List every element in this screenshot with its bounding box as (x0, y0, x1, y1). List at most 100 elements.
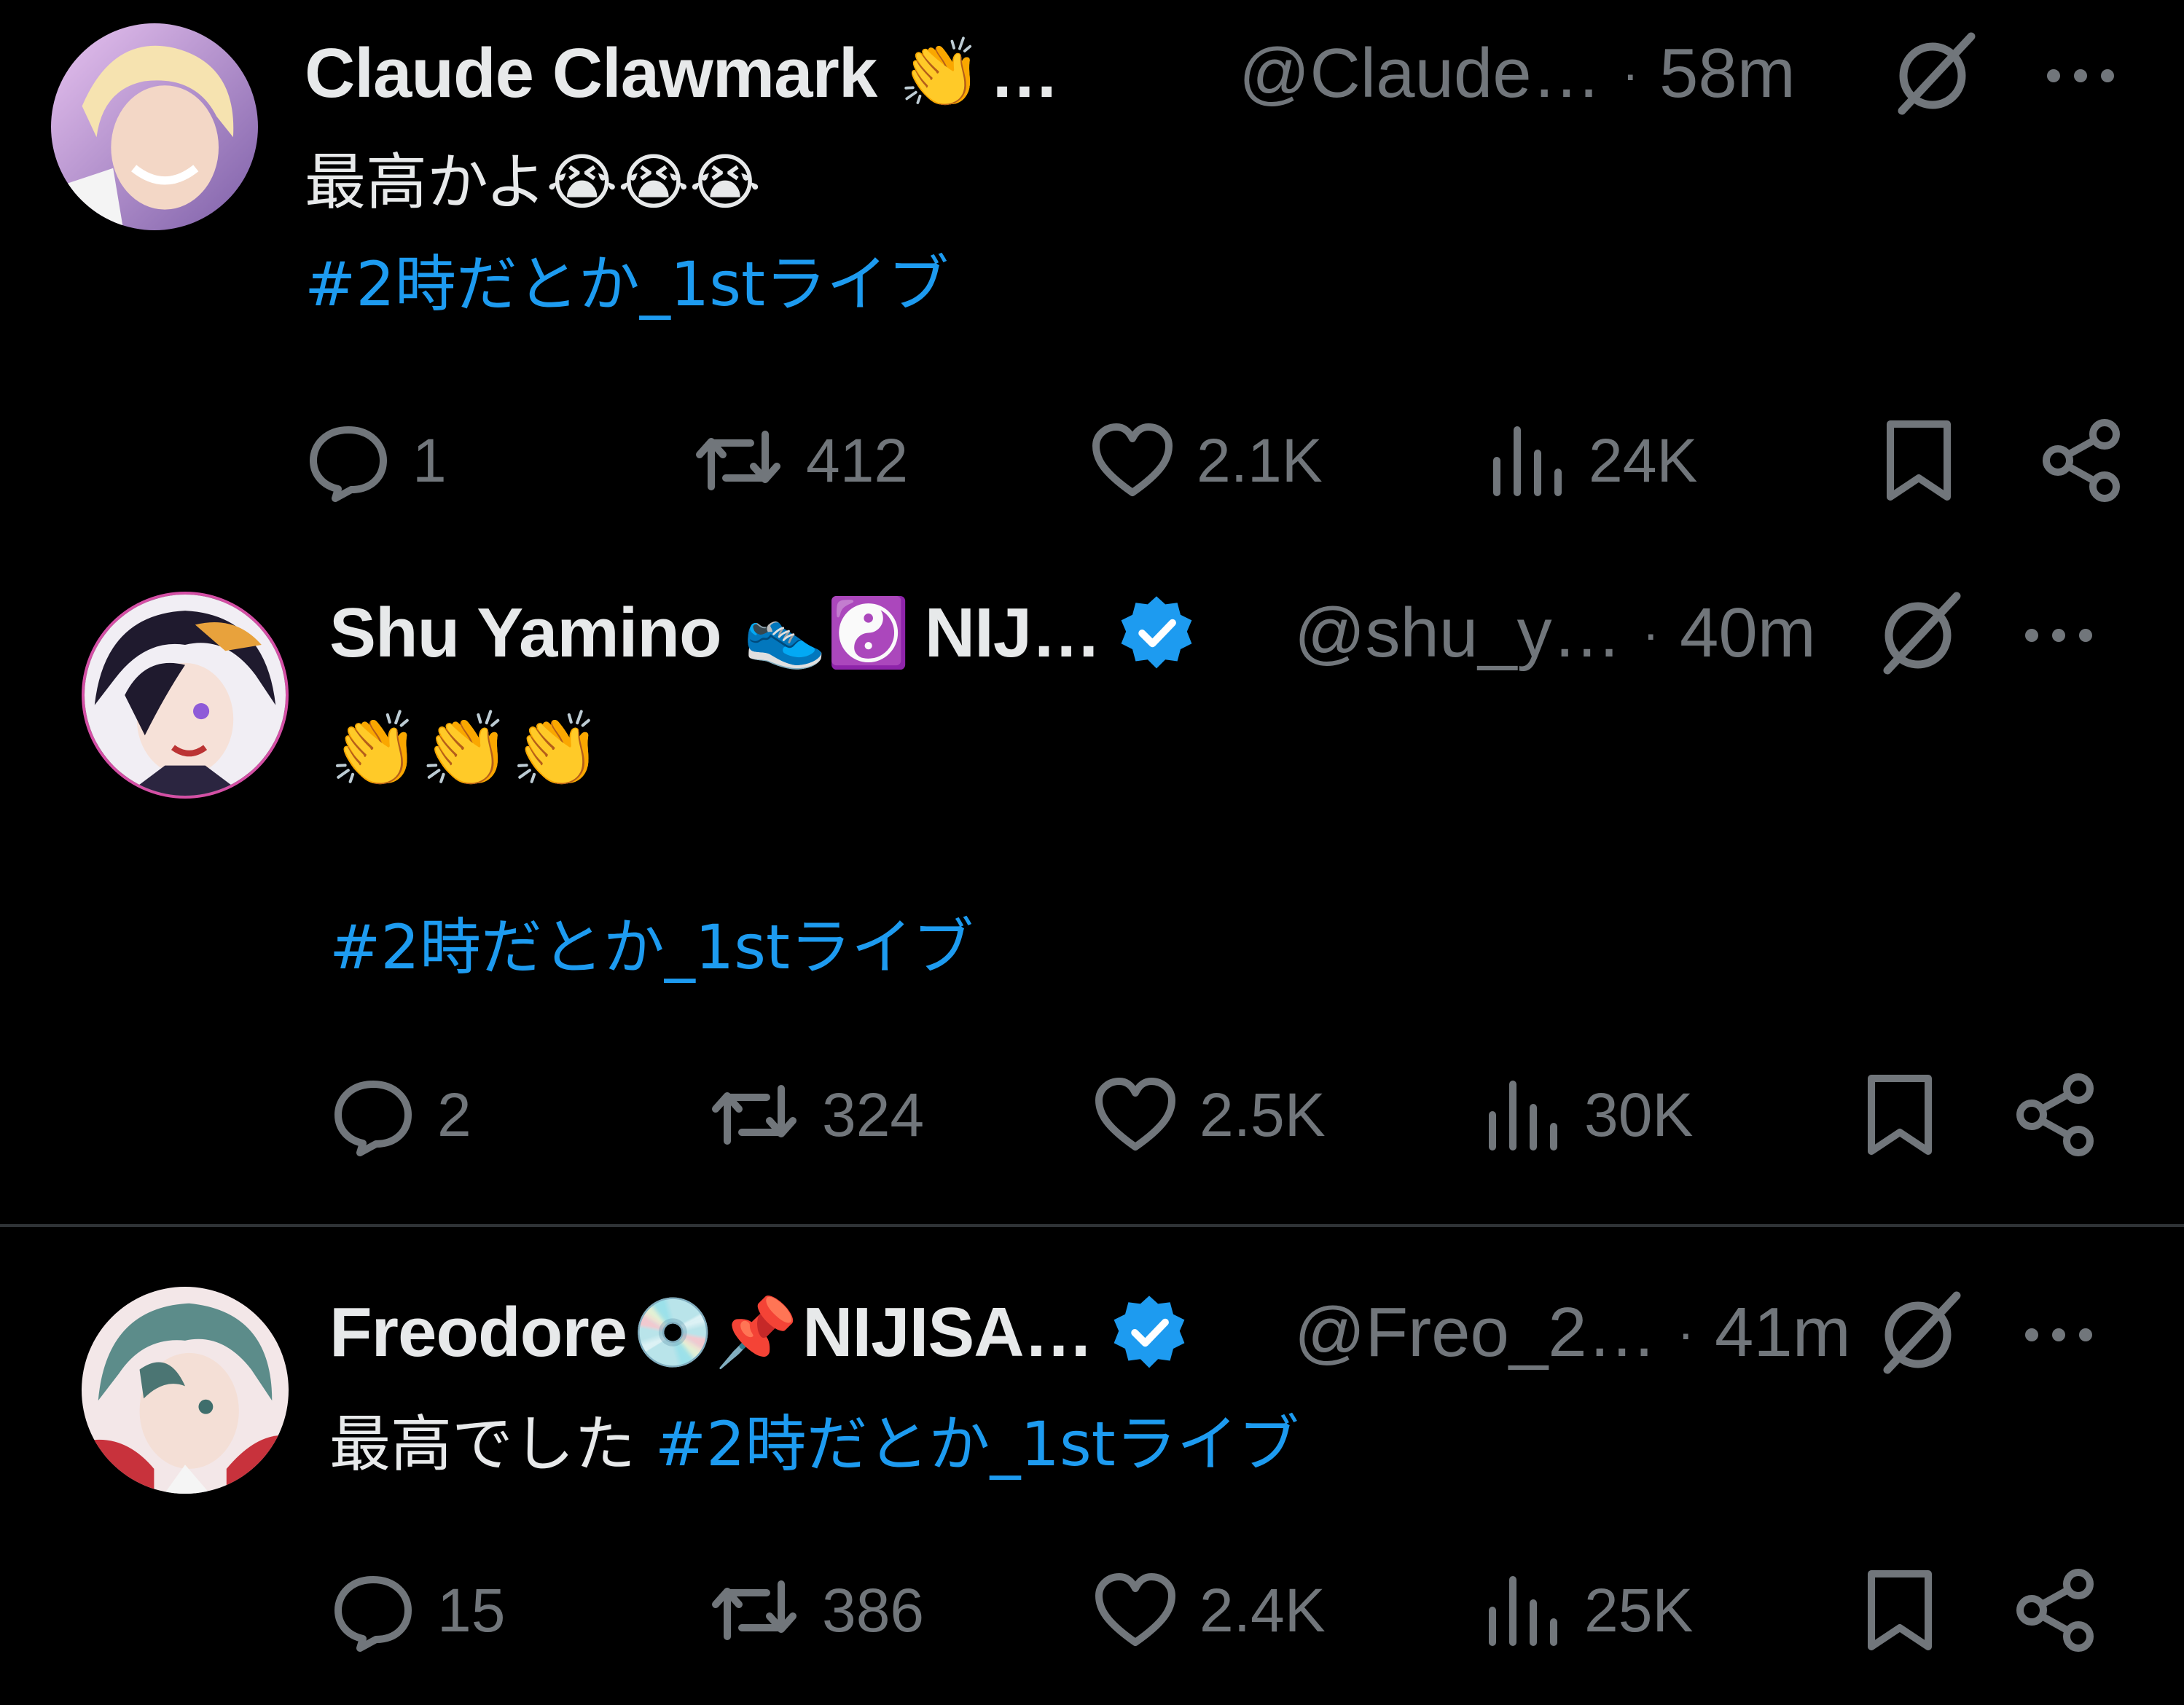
author-handle[interactable]: @Claude… (1239, 34, 1602, 114)
hashtag-link[interactable]: #2時だとか_1stライブ (655, 1408, 1299, 1480)
tweet-shu[interactable]: Shu Yamino 👟☯️ NIJ… @shu_y… · 40m 👏👏👏 #2… (0, 554, 2184, 1224)
author-handle[interactable]: @Freo_2… (1294, 1293, 1657, 1373)
grok-icon[interactable] (1873, 1290, 1968, 1377)
heart-icon (1092, 423, 1173, 496)
bookmark-icon (1868, 1570, 1932, 1650)
reply-button[interactable]: 15 (329, 1567, 505, 1654)
reply-button[interactable]: 2 (329, 1071, 471, 1159)
repost-count: 412 (806, 426, 909, 495)
views-count: 24K (1589, 426, 1698, 495)
avatar-image (82, 1287, 289, 1494)
views-icon (1489, 1576, 1557, 1646)
heart-icon (1095, 1573, 1175, 1646)
name-tail: NIJ… (924, 594, 1101, 672)
repost-button[interactable]: 386 (707, 1567, 924, 1654)
avatar-image (85, 595, 286, 796)
shoe-yinyang-emoji: 👟☯️ (743, 594, 910, 672)
timestamp[interactable]: 41m (1715, 1293, 1851, 1373)
views-count: 30K (1584, 1080, 1694, 1149)
views-button[interactable]: 24K (1488, 417, 1697, 504)
views-button[interactable]: 25K (1484, 1567, 1693, 1654)
views-icon (1493, 426, 1562, 496)
bookmark-button[interactable] (1860, 1567, 1940, 1654)
tweet-text: 最高かよ😭😭😭 (305, 146, 762, 218)
bookmark-icon (1868, 1075, 1932, 1155)
clap-emoji: 👏 (899, 34, 982, 112)
action-bar: 1 412 2.1K 24K (305, 417, 2170, 504)
like-count: 2.1K (1197, 426, 1323, 495)
repost-icon (712, 1580, 797, 1640)
reply-icon (334, 1576, 412, 1652)
share-button[interactable] (2013, 1567, 2100, 1654)
disc-pin-emoji: 💿📌 (631, 1293, 799, 1371)
like-count: 2.4K (1199, 1575, 1326, 1645)
name-tail: NIJISA… (802, 1293, 1093, 1371)
handle-time: @Freo_2… · 41m (1294, 1293, 1851, 1373)
reply-icon (334, 1081, 412, 1156)
repost-icon (712, 1085, 797, 1145)
tweet-text: 👏👏👏 (329, 707, 602, 792)
action-bar: 2 324 2.5K 30K (329, 1071, 2184, 1159)
share-icon (2016, 1569, 2094, 1652)
repost-icon (696, 431, 780, 490)
hashtag-link[interactable]: #2時だとか_1stライブ (329, 914, 974, 981)
header-controls (1887, 31, 2121, 118)
views-button[interactable]: 30K (1484, 1071, 1693, 1159)
repost-count: 324 (822, 1080, 925, 1149)
separator-dot: · (1677, 1304, 1694, 1361)
heart-icon (1095, 1078, 1175, 1151)
avatar-image (51, 23, 258, 230)
share-button[interactable] (2039, 417, 2126, 504)
handle-time: @shu_y… · 40m (1294, 593, 1816, 673)
separator-dot: · (1621, 45, 1639, 102)
tweet-freodore[interactable]: Freodore 💿📌 NIJISA… @Freo_2… · 41m 最高でした… (0, 1227, 2184, 1705)
header-controls (1873, 590, 2099, 678)
reply-button[interactable]: 1 (305, 417, 447, 504)
header-controls (1873, 1290, 2099, 1377)
hashtag-link[interactable]: #2時だとか_1stライブ (305, 251, 949, 318)
reply-icon (310, 426, 387, 502)
verified-badge-icon (1109, 1293, 1189, 1373)
bookmark-button[interactable] (1879, 417, 1959, 504)
reply-count: 1 (412, 426, 447, 495)
bookmark-icon (1887, 420, 1951, 501)
share-button[interactable] (2013, 1071, 2100, 1159)
like-button[interactable]: 2.1K (1089, 417, 1323, 504)
tweet-header: Freodore 💿📌 NIJISA… (329, 1293, 1189, 1373)
like-button[interactable]: 2.4K (1092, 1567, 1326, 1654)
tweet-text-line: 最高でした #2時だとか_1stライブ (329, 1411, 1299, 1478)
tweet-text: 最高でした (329, 1408, 636, 1480)
name-ellipsis: … (989, 34, 1060, 112)
timestamp[interactable]: 40m (1680, 593, 1816, 673)
action-bar: 15 386 2.4K 25K (329, 1567, 2184, 1654)
avatar[interactable] (51, 23, 258, 230)
share-icon (2043, 419, 2120, 502)
more-icon[interactable] (2040, 31, 2121, 118)
avatar[interactable] (82, 592, 289, 799)
timestamp[interactable]: 58m (1659, 34, 1796, 114)
like-count: 2.5K (1199, 1080, 1326, 1149)
tweet-claude[interactable]: Claude Clawmark 👏 … @Claude… · 58m 最高かよ😭… (0, 0, 2184, 554)
avatar[interactable] (82, 1287, 289, 1494)
more-icon[interactable] (2019, 1290, 2099, 1377)
author-name[interactable]: Shu Yamino (329, 593, 722, 673)
repost-count: 386 (822, 1575, 925, 1645)
tweet-header: Claude Clawmark 👏 … (305, 34, 1060, 114)
repost-button[interactable]: 324 (707, 1071, 924, 1159)
more-icon[interactable] (2019, 590, 2099, 678)
reply-count: 15 (437, 1575, 506, 1645)
repost-button[interactable]: 412 (691, 417, 908, 504)
views-count: 25K (1584, 1575, 1694, 1645)
bookmark-button[interactable] (1860, 1071, 1940, 1159)
author-name[interactable]: Claude Clawmark (305, 34, 877, 114)
tweet-header: Shu Yamino 👟☯️ NIJ… (329, 593, 1197, 673)
handle-time: @Claude… · 58m (1239, 34, 1796, 114)
author-name[interactable]: Freodore (329, 1293, 627, 1373)
grok-icon[interactable] (1887, 31, 1982, 118)
author-handle[interactable]: @shu_y… (1294, 593, 1622, 673)
like-button[interactable]: 2.5K (1092, 1071, 1326, 1159)
views-icon (1489, 1081, 1557, 1151)
separator-dot: · (1642, 605, 1659, 662)
reply-count: 2 (437, 1080, 471, 1149)
grok-icon[interactable] (1873, 590, 1968, 678)
